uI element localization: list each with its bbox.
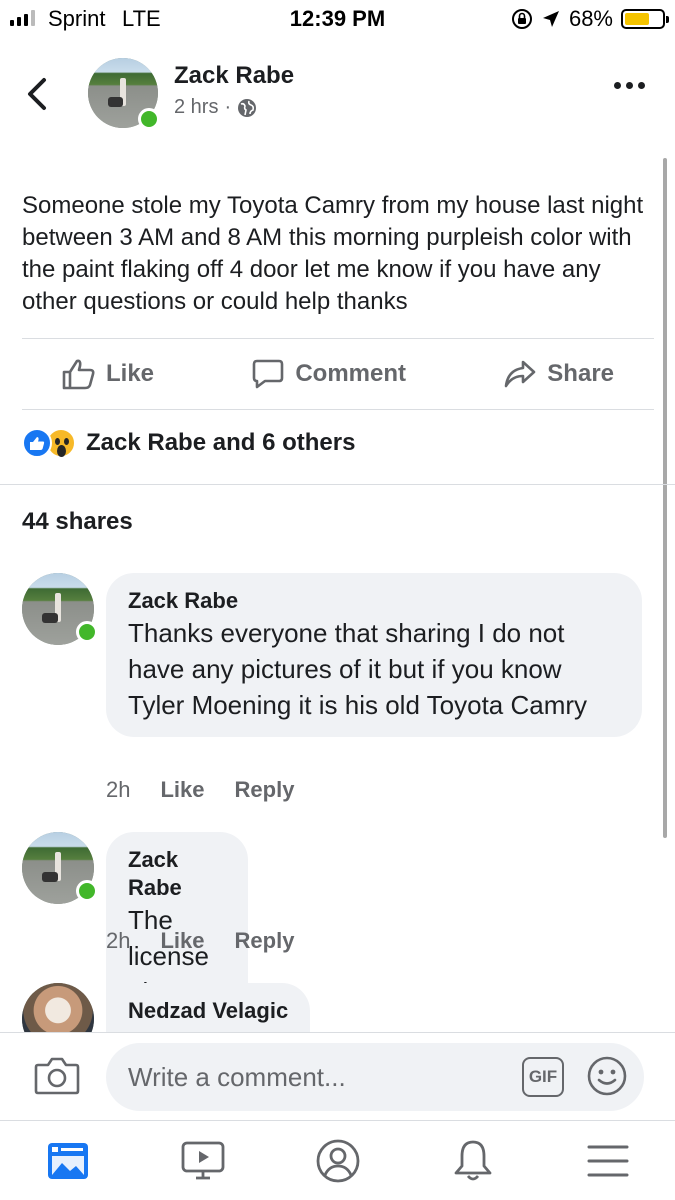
commenter-name[interactable]: Zack Rabe xyxy=(128,587,620,615)
scrollbar[interactable] xyxy=(663,158,667,838)
meta-separator: · xyxy=(224,96,232,118)
online-status-dot xyxy=(76,880,98,902)
post-actions: Like Comment Share xyxy=(22,340,654,408)
comment: Nedzad Velagic xyxy=(22,983,622,1032)
camera-button[interactable] xyxy=(34,1055,80,1102)
news-feed-icon xyxy=(47,1142,88,1179)
like-button[interactable]: Like xyxy=(22,358,194,390)
shares-count[interactable]: 44 shares xyxy=(22,508,133,536)
post-meta: 2 hrs · xyxy=(174,96,257,119)
comment-meta: 2h Like Reply xyxy=(106,928,294,954)
comment-reply-button[interactable]: Reply xyxy=(235,777,295,803)
comment-meta: 2h Like Reply xyxy=(106,777,294,803)
nav-notifications[interactable] xyxy=(433,1126,513,1196)
like-reaction-icon xyxy=(22,428,52,458)
battery-percent: 68% xyxy=(568,6,613,31)
battery-fill xyxy=(625,13,650,25)
commenter-avatar[interactable] xyxy=(22,832,98,904)
comment-like-button[interactable]: Like xyxy=(160,928,204,954)
comment-reply-button[interactable]: Reply xyxy=(235,928,295,954)
reactions-text: Zack Rabe and 6 others xyxy=(86,429,356,456)
post-time[interactable]: 2 hrs xyxy=(174,96,218,119)
like-label: Like xyxy=(106,360,155,387)
comment-button[interactable]: Comment xyxy=(211,358,446,390)
comment-composer: GIF xyxy=(0,1032,675,1120)
menu-icon xyxy=(587,1145,628,1176)
location-arrow-icon xyxy=(542,11,559,27)
nav-news-feed[interactable] xyxy=(28,1126,108,1196)
status-bar: Sprint LTE 12:39 PM 68% xyxy=(0,0,675,38)
chevron-left-icon xyxy=(28,78,46,110)
divider xyxy=(22,409,654,410)
divider xyxy=(0,484,675,485)
commenter-avatar[interactable] xyxy=(22,983,94,1032)
gif-button[interactable]: GIF xyxy=(522,1057,564,1097)
commenter-name[interactable]: Zack Rabe xyxy=(128,846,226,902)
post-text: Someone stole my Toyota Camry from my ho… xyxy=(22,192,644,315)
comment-time: 2h xyxy=(106,928,131,953)
comment-text: Thanks everyone that sharing I do not ha… xyxy=(128,618,588,720)
bottom-navigation xyxy=(0,1120,675,1200)
more-options-button[interactable] xyxy=(614,82,645,89)
author-avatar[interactable] xyxy=(88,58,160,130)
commenter-avatar[interactable] xyxy=(22,573,98,645)
comment-icon xyxy=(253,359,284,389)
camera-icon xyxy=(34,1057,80,1095)
nav-watch[interactable] xyxy=(163,1126,243,1196)
comment-time: 2h xyxy=(106,777,131,802)
thumbs-up-icon xyxy=(62,359,95,390)
share-label: Share xyxy=(547,360,614,387)
online-status-dot xyxy=(138,108,160,130)
nav-profile[interactable] xyxy=(298,1126,378,1196)
globe-icon xyxy=(238,98,257,117)
back-button[interactable] xyxy=(26,72,62,116)
watch-icon xyxy=(181,1141,224,1179)
profile-icon xyxy=(316,1139,359,1182)
notifications-icon xyxy=(454,1140,491,1180)
comment-label: Comment xyxy=(295,360,406,387)
reactions-summary[interactable]: Zack Rabe and 6 others xyxy=(22,428,355,458)
online-status-dot xyxy=(76,621,98,643)
comment-bubble[interactable]: Nedzad Velagic xyxy=(106,983,311,1032)
divider xyxy=(22,338,654,339)
orientation-lock-icon xyxy=(511,9,532,29)
emoji-button[interactable] xyxy=(586,1055,628,1102)
comment-bubble[interactable]: Zack Rabe Thanks everyone that sharing I… xyxy=(106,573,642,737)
author-name[interactable]: Zack Rabe xyxy=(174,62,294,90)
smiley-icon xyxy=(587,1056,627,1096)
share-button[interactable]: Share xyxy=(463,359,654,389)
nav-menu[interactable] xyxy=(568,1126,648,1196)
status-right: 68% xyxy=(511,6,669,32)
share-arrow-icon xyxy=(504,360,536,388)
commenter-name[interactable]: Nedzad Velagic xyxy=(128,997,288,1025)
battery-icon xyxy=(621,9,669,29)
post-header: Zack Rabe 2 hrs · xyxy=(0,50,675,140)
comment-like-button[interactable]: Like xyxy=(160,777,204,803)
